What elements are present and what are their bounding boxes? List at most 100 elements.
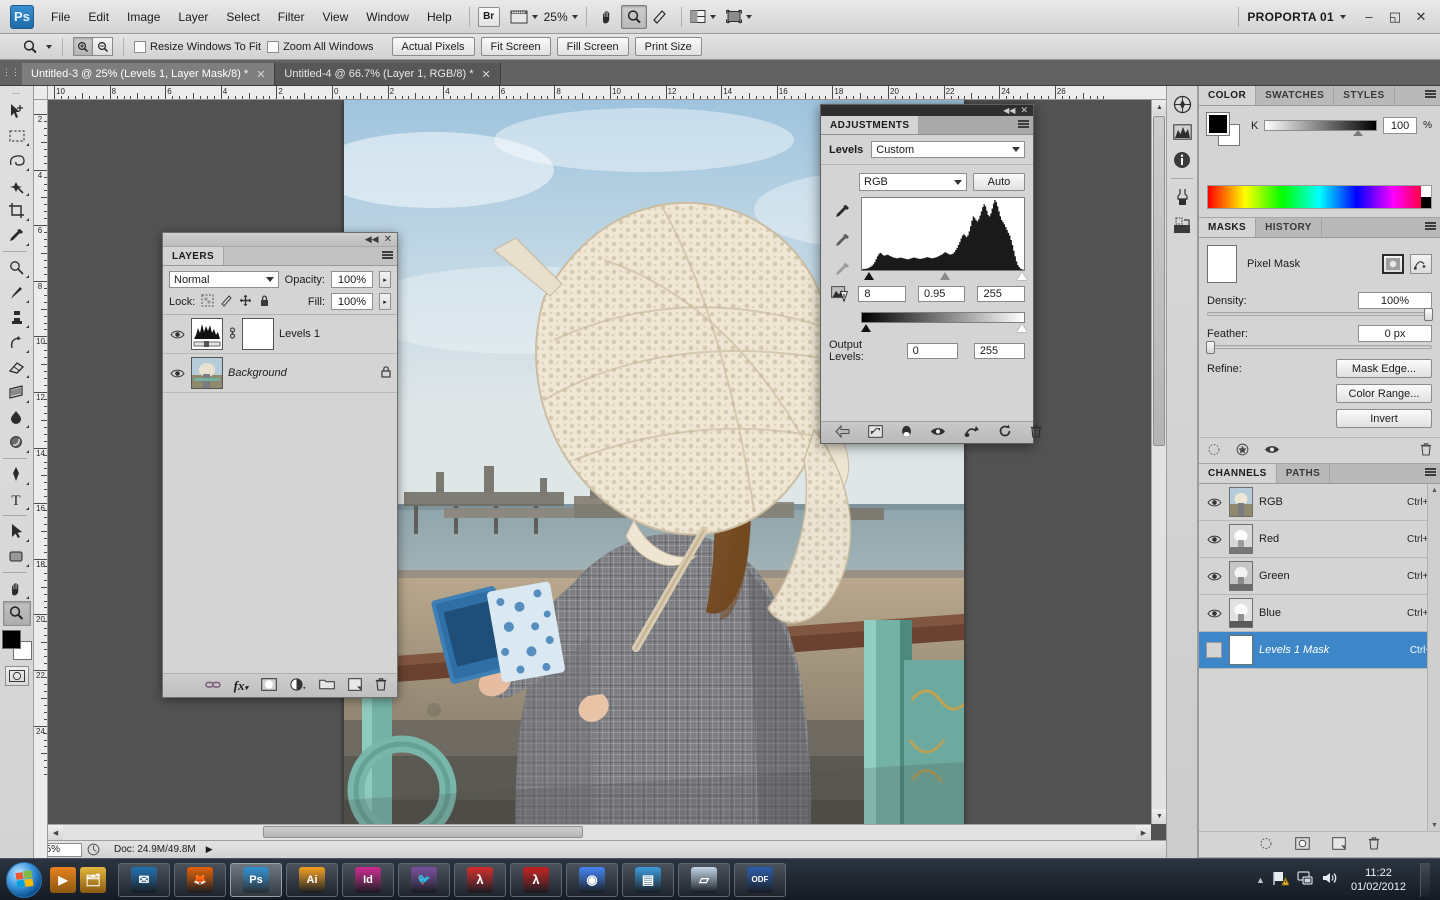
channel-row-rgb[interactable]: RGBCtrl+2	[1199, 484, 1440, 521]
new-group-icon[interactable]	[319, 678, 335, 693]
print-size-button[interactable]: Print Size	[635, 37, 702, 56]
collapse-double-arrow-icon[interactable]: ◀◀	[1003, 106, 1015, 115]
scroll-down-arrow-icon[interactable]: ▼	[1152, 809, 1166, 824]
reset-icon[interactable]	[998, 424, 1012, 441]
color-spectrum-ramp[interactable]	[1207, 185, 1432, 209]
foreground-color-swatch[interactable]	[1207, 113, 1229, 135]
scroll-right-arrow-icon[interactable]: ▶	[1136, 825, 1151, 840]
move-tool-button[interactable]	[3, 98, 31, 123]
feather-slider[interactable]	[1207, 345, 1432, 349]
windows-explorer-icon[interactable]: 🗂	[78, 863, 108, 897]
channel-thumbnail[interactable]	[1229, 598, 1253, 628]
collapse-double-arrow-icon[interactable]: ◀◀	[365, 234, 379, 245]
preview-eye-icon[interactable]	[930, 426, 946, 440]
tab-channels[interactable]: CHANNELS	[1199, 464, 1277, 483]
layers-panel-titlebar[interactable]: collapse-icon ◀◀ ✕	[163, 233, 397, 247]
channel-row-blue[interactable]: BlueCtrl+5	[1199, 595, 1440, 632]
channel-visibility-eye-icon[interactable]	[1205, 493, 1223, 511]
levels-auto-button[interactable]: Auto	[973, 173, 1025, 191]
white-input-marker[interactable]	[1017, 272, 1027, 280]
new-layer-icon[interactable]	[348, 678, 362, 694]
panel-menu-icon[interactable]	[382, 251, 393, 259]
channel-thumbnail[interactable]	[1229, 487, 1253, 517]
blur-tool-button[interactable]	[3, 405, 31, 430]
mask-thumbnail[interactable]	[1207, 245, 1237, 283]
hand-tool-button[interactable]	[3, 576, 31, 601]
toggle-mask-icon[interactable]	[1264, 444, 1280, 458]
show-hidden-icons-arrow[interactable]: ▲	[1256, 875, 1265, 885]
link-layers-icon[interactable]	[205, 679, 221, 693]
close-icon[interactable]: ✕	[1020, 105, 1028, 116]
menu-filter[interactable]: Filter	[269, 6, 314, 28]
black-input-marker[interactable]	[864, 272, 874, 280]
rectangle-tool-button[interactable]	[3, 544, 31, 569]
quick-selection-tool-button[interactable]	[3, 173, 31, 198]
workspace-switcher[interactable]: PROPORTA 01	[1247, 10, 1336, 24]
status-preview-icon[interactable]	[82, 843, 104, 856]
k-channel-slider[interactable]	[1264, 120, 1377, 131]
taskbar-button-odf-document[interactable]: ODF	[734, 863, 786, 897]
minimize-button[interactable]: –	[1356, 4, 1382, 30]
menu-select[interactable]: Select	[217, 6, 268, 28]
scroll-left-arrow-icon[interactable]: ◀	[48, 825, 63, 840]
layers-panel[interactable]: collapse-icon ◀◀ ✕ LAYERS Normal	[162, 232, 398, 698]
layer-row-background[interactable]: Background	[163, 354, 397, 393]
taskbar-clock[interactable]: 11:22 01/02/2012	[1345, 866, 1412, 894]
density-slider-thumb[interactable]	[1424, 308, 1433, 321]
scroll-up-arrow-icon[interactable]: ▲	[1152, 100, 1166, 115]
zoom-all-windows-checkbox[interactable]: Zoom All Windows	[267, 41, 373, 53]
taskbar-button-firefox[interactable]: 🦊	[174, 863, 226, 897]
layer-style-fx-icon[interactable]: fx▾	[234, 678, 248, 694]
layer-row-levels-1[interactable]: Levels 1	[163, 315, 397, 354]
clone-stamp-tool-button[interactable]	[3, 305, 31, 330]
tab-paths[interactable]: PATHS	[1277, 464, 1330, 483]
invert-button[interactable]: Invert	[1336, 409, 1432, 428]
channel-visibility-eye-icon[interactable]	[1205, 567, 1223, 585]
canvas-vertical-scrollbar[interactable]: ▲ ▼	[1151, 100, 1166, 824]
taskbar-button-control-panel[interactable]: ▤	[622, 863, 674, 897]
toolbox-grip[interactable]: ⋯	[0, 88, 33, 98]
tab-adjustments[interactable]: ADJUSTMENTS	[821, 116, 919, 134]
pixel-mask-icon[interactable]	[1382, 254, 1404, 274]
gradient-tool-button[interactable]	[3, 380, 31, 405]
taskbar-button-photoshop[interactable]: Ps	[230, 863, 282, 897]
layer-name[interactable]: Background	[228, 367, 375, 379]
close-icon[interactable]: ✕	[482, 68, 491, 81]
toggle-layer-visibility-icon[interactable]	[901, 425, 912, 441]
channel-visibility-eye-icon[interactable]	[1205, 530, 1223, 548]
fill-scrubber-arrow-icon[interactable]: ▸	[379, 293, 391, 310]
channel-thumbnail[interactable]	[1229, 561, 1253, 591]
clip-to-layer-icon[interactable]	[868, 425, 883, 441]
brush-tool-button[interactable]	[3, 280, 31, 305]
ruler-corner[interactable]	[34, 86, 48, 100]
k-value-input[interactable]: 100	[1383, 117, 1417, 134]
horizontal-type-tool-button[interactable]: T	[3, 487, 31, 512]
delete-mask-icon[interactable]	[1420, 442, 1432, 459]
taskbar-button-acrobat-distiller[interactable]: λ	[454, 863, 506, 897]
close-icon[interactable]: ✕	[256, 68, 265, 81]
tool-presets-icon[interactable]	[1169, 183, 1195, 211]
windows-media-player-icon[interactable]: ▶	[48, 863, 78, 897]
menu-edit[interactable]: Edit	[79, 6, 118, 28]
delete-layer-icon[interactable]	[375, 677, 387, 694]
levels-preset-select[interactable]: Custom	[871, 141, 1025, 158]
taskbar-button-pidgin[interactable]: 🐦	[398, 863, 450, 897]
photoshop-logo-icon[interactable]: Ps	[10, 5, 34, 29]
fill-screen-button[interactable]: Fill Screen	[557, 37, 629, 56]
lock-position-icon[interactable]	[239, 294, 252, 310]
tab-swatches[interactable]: SWATCHES	[1256, 86, 1334, 105]
panel-menu-icon[interactable]	[1018, 120, 1029, 128]
feather-slider-thumb[interactable]	[1206, 341, 1215, 354]
chevron-down-icon[interactable]	[572, 15, 578, 19]
close-icon[interactable]: ✕	[384, 234, 392, 245]
delete-adjustment-icon[interactable]	[1030, 424, 1042, 441]
density-slider[interactable]	[1207, 312, 1432, 316]
show-desktop-button[interactable]	[1420, 863, 1430, 897]
delete-channel-icon[interactable]	[1368, 836, 1380, 853]
input-shadow-field[interactable]: 8	[858, 286, 906, 302]
panel-menu-icon[interactable]	[1425, 468, 1436, 476]
view-extras-dropdown[interactable]	[510, 9, 538, 25]
quick-mask-icon[interactable]	[5, 666, 29, 686]
tab-bar-grip[interactable]: ⋮⋮	[0, 59, 22, 85]
levels-channel-select[interactable]: RGB	[859, 173, 967, 191]
